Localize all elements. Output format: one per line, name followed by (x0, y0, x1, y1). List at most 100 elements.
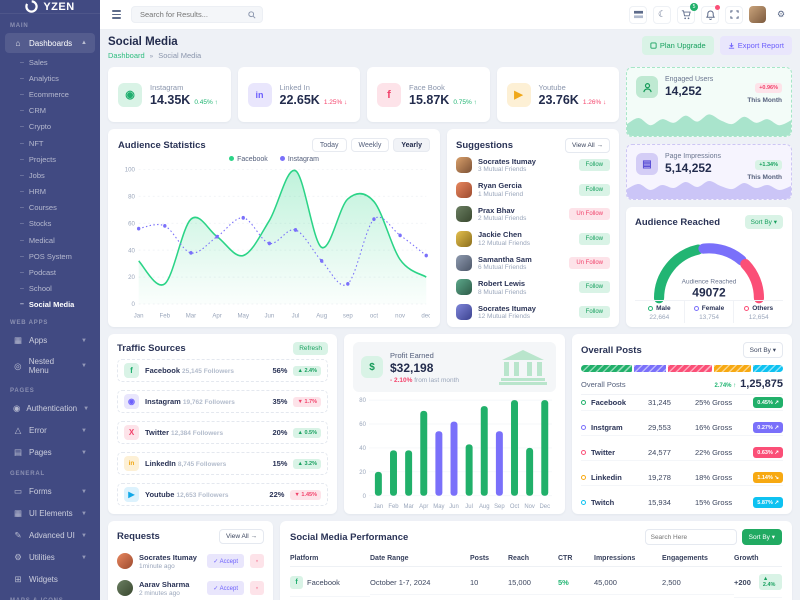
settings-gear-icon[interactable]: ⚙ (772, 6, 790, 24)
unfollow-button[interactable]: Un Follow (569, 208, 610, 220)
cart-icon[interactable]: 5 (677, 6, 695, 24)
requests-view-all-button[interactable]: View All → (219, 529, 264, 544)
performance-sort-button[interactable]: Sort By ▾ (742, 529, 782, 545)
follow-button[interactable]: Follow (579, 233, 610, 245)
delete-request-button[interactable] (250, 581, 264, 595)
hamburger-menu-icon[interactable] (110, 8, 123, 20)
suggestion-mutual-friends: 2 Mutual Friends (478, 215, 526, 222)
sidebar-section-label: MAIN (0, 16, 100, 32)
tab-yearly[interactable]: Yearly (393, 138, 430, 152)
dark-mode-moon-icon[interactable]: ☾ (653, 6, 671, 24)
bank-icon (498, 349, 548, 385)
sidebar-item-podcast[interactable]: –Podcast (0, 264, 100, 280)
request-text: Aarav Sharma2 minutes ago (139, 580, 189, 597)
chart-legend: FacebookInstagram (118, 156, 430, 163)
sidebar-item-advanced-ui[interactable]: ✎Advanced UI▼ (5, 525, 95, 546)
sidebar-item-sales[interactable]: –Sales (0, 54, 100, 70)
platform-ring-icon (581, 400, 586, 405)
stat-value: 23.76K1.26% ↓ (539, 93, 607, 107)
follow-button[interactable]: Follow (579, 159, 610, 171)
sidebar-item-apps[interactable]: ▦Apps▼ (5, 330, 95, 351)
sidebar-item-medical[interactable]: –Medical (0, 232, 100, 248)
post-count: 15,934 (648, 498, 690, 507)
chevron-down-icon: ▼ (81, 428, 87, 434)
avatar (456, 206, 472, 222)
stat-change: 1.25% ↓ (324, 99, 348, 106)
tab-today[interactable]: Today (312, 138, 347, 152)
performance-table: PlatformDate RangePostsReachCTRImpressio… (290, 551, 782, 600)
post-platform-name: Linkedin (591, 473, 643, 482)
fullscreen-icon[interactable] (725, 6, 743, 24)
svg-text:Mar: Mar (186, 312, 197, 319)
performance-search-input[interactable] (645, 529, 737, 545)
chevron-down-icon: ▼ (81, 489, 87, 495)
sidebar-item-crm[interactable]: –CRM (0, 103, 100, 119)
sidebar-item-ui-elements[interactable]: ▦UI Elements▼ (5, 503, 95, 524)
unfollow-button[interactable]: Un Follow (569, 257, 610, 269)
follow-button[interactable]: Follow (579, 306, 610, 318)
traffic-name: Twitter12,384 Followers (145, 428, 223, 437)
sidebar-item-forms[interactable]: ▭Forms▼ (5, 481, 95, 502)
overall-posts-sort-button[interactable]: Sort By ▾ (743, 342, 783, 358)
sidebar-item-nested-menu[interactable]: ◎Nested Menu▼ (5, 352, 95, 380)
column-header-reach: Reach (508, 551, 558, 567)
sidebar-item-crypto[interactable]: –Crypto (0, 119, 100, 135)
sidebar-item-label: Authentication (26, 404, 77, 413)
user-avatar[interactable] (749, 6, 766, 23)
traffic-share: 56% (272, 366, 287, 375)
engaged-users-period: This Month (747, 97, 782, 104)
post-gross: 15% Gross (695, 498, 748, 507)
avatar (456, 304, 472, 320)
youtube-icon: ▶ (124, 487, 139, 502)
sidebar-item-widgets[interactable]: ⊞Widgets (5, 569, 95, 590)
sidebar-item-social-media[interactable]: –Social Media (0, 297, 100, 313)
sidebar-item-error[interactable]: △Error▼ (5, 420, 95, 441)
export-report-button[interactable]: Export Report (720, 36, 792, 55)
sidebar-item-pages[interactable]: ▤Pages▼ (5, 442, 95, 463)
sidebar-item-stocks[interactable]: –Stocks (0, 216, 100, 232)
search-icon[interactable] (248, 11, 256, 19)
platform-ring-icon (581, 450, 586, 455)
overall-post-row-instgram: Instgram29,55316% Gross0.27% ↗ (581, 420, 783, 436)
sidebar-item-hrm[interactable]: –HRM (0, 184, 100, 200)
widgets-icon: ⊞ (13, 574, 23, 585)
overall-posts-progress-bar (581, 365, 783, 372)
svg-text:Apr: Apr (212, 312, 222, 319)
traffic-share: 20% (272, 428, 287, 437)
suggestions-view-all-button[interactable]: View All → (565, 138, 610, 153)
sidebar-item-school[interactable]: –School (0, 281, 100, 297)
breadcrumb-separator: » (150, 54, 153, 60)
sidebar-child-label: CRM (29, 106, 46, 115)
breadcrumb-dashboard[interactable]: Dashboard (108, 51, 145, 60)
delete-request-button[interactable] (250, 554, 264, 568)
sidebar-item-pos-system[interactable]: –POS System (0, 248, 100, 264)
post-gross: 18% Gross (695, 473, 748, 482)
brand[interactable]: YZEN (0, 0, 100, 14)
progress-segment-twitch (753, 365, 783, 372)
refresh-button[interactable]: Refresh (293, 342, 328, 355)
language-flag-icon[interactable] (629, 6, 647, 24)
sidebar-child-label: POS System (29, 252, 72, 261)
sidebar-item-dashboards[interactable]: ⌂Dashboards▲ (5, 33, 95, 53)
sidebar-item-analytics[interactable]: –Analytics (0, 70, 100, 86)
sidebar-item-courses[interactable]: –Courses (0, 200, 100, 216)
sidebar-item-label: Advanced UI (29, 531, 75, 540)
notifications-bell-icon[interactable] (701, 6, 719, 24)
traffic-row-instagram: ◉Instagram19,762 Followers35%▼ 1.7% (117, 390, 328, 413)
sidebar-item-authentication[interactable]: ◉Authentication▼ (5, 398, 95, 419)
sidebar-item-jobs[interactable]: –Jobs (0, 167, 100, 183)
accept-button[interactable]: ✓ Accept (207, 554, 244, 568)
accept-button[interactable]: ✓ Accept (207, 581, 244, 595)
sidebar-item-utilities[interactable]: ⚙Utilities▼ (5, 547, 95, 568)
sidebar-item-projects[interactable]: –Projects (0, 151, 100, 167)
sidebar-child-label: School (29, 284, 52, 293)
sidebar-item-ecommerce[interactable]: –Ecommerce (0, 86, 100, 102)
follow-button[interactable]: Follow (579, 281, 610, 293)
sidebar-item-label: Error (29, 426, 47, 435)
sidebar-item-nft[interactable]: –NFT (0, 135, 100, 151)
overall-posts-list: Facebook31,24525% Gross0.45% ↗Instgram29… (581, 395, 783, 510)
tab-weekly[interactable]: Weekly (351, 138, 390, 152)
plan-upgrade-button[interactable]: Plan Upgrade (642, 36, 714, 55)
follow-button[interactable]: Follow (579, 184, 610, 196)
search-input[interactable] (138, 9, 244, 20)
